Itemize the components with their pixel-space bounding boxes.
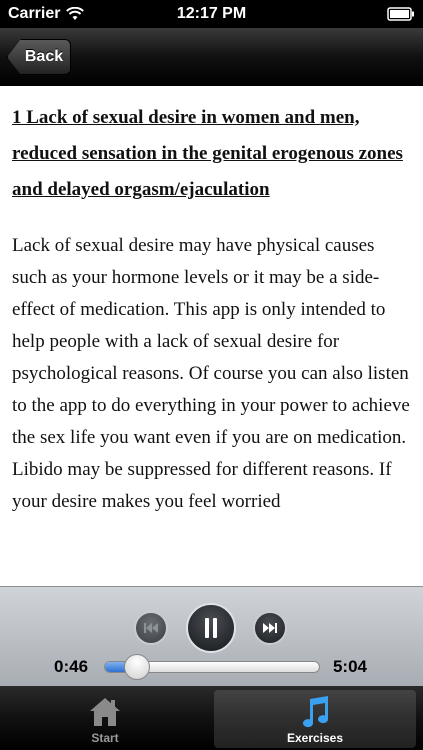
battery-icon [387, 7, 414, 21]
progress-slider[interactable] [104, 654, 320, 680]
wifi-icon [66, 7, 85, 20]
pause-icon [205, 618, 217, 638]
total-time: 5:04 [332, 657, 367, 676]
carrier-label: Carrier [8, 5, 61, 22]
next-icon [263, 623, 277, 633]
previous-button[interactable] [134, 611, 168, 645]
tab-start[interactable]: Start [4, 690, 206, 748]
current-time: 0:46 [54, 657, 89, 676]
tab-label: Start [91, 731, 119, 745]
navigation-bar: Back [0, 28, 423, 86]
status-left: Carrier [8, 5, 85, 23]
article-content[interactable]: 1 Lack of sexual desire in women and men… [0, 86, 423, 586]
tab-bar: Start Exercises [0, 686, 423, 750]
progress-thumb[interactable] [124, 654, 151, 680]
status-bar: Carrier 12:17 PM [0, 0, 423, 28]
music-note-icon [303, 696, 329, 728]
article-paragraph: Libido may be suppressed for different r… [12, 459, 392, 512]
tab-exercises[interactable]: Exercises [214, 690, 416, 748]
article-heading: 1 Lack of sexual desire in women and men… [12, 107, 403, 200]
home-icon [90, 698, 120, 726]
back-button[interactable]: Back [7, 39, 71, 75]
pause-button[interactable] [186, 603, 236, 653]
audio-player: 0:46 5:04 [0, 586, 423, 686]
article-paragraph: Lack of sexual desire may have physical … [12, 235, 410, 448]
previous-icon [144, 623, 158, 633]
tab-label: Exercises [286, 731, 344, 745]
next-button[interactable] [253, 611, 287, 645]
